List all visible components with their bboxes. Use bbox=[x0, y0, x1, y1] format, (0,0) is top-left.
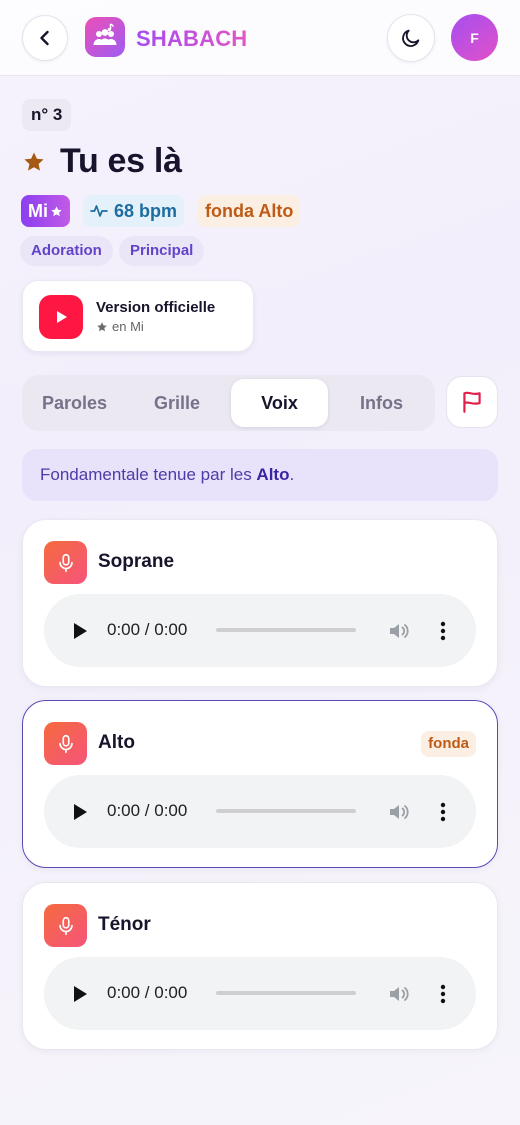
player-time: 0:00 / 0:00 bbox=[107, 620, 188, 639]
bpm-chip: 68 bpm bbox=[83, 195, 185, 227]
star-icon[interactable] bbox=[22, 150, 46, 174]
volume-icon[interactable] bbox=[387, 800, 411, 824]
group-music-icon bbox=[93, 23, 117, 45]
theme-toggle-button[interactable] bbox=[387, 14, 435, 62]
star-icon bbox=[51, 205, 62, 216]
more-vertical-icon[interactable] bbox=[437, 619, 449, 643]
bpm-label: 68 bpm bbox=[114, 201, 178, 221]
pulse-icon bbox=[90, 205, 108, 217]
key-label: Mi bbox=[28, 201, 48, 221]
more-vertical-icon[interactable] bbox=[437, 800, 449, 824]
song-number: n° 3 bbox=[22, 99, 72, 131]
star-icon bbox=[97, 321, 107, 331]
user-avatar[interactable]: F bbox=[451, 14, 498, 61]
tab-grille[interactable]: Grille bbox=[127, 379, 227, 427]
back-button[interactable] bbox=[22, 15, 68, 61]
tag-adoration[interactable]: Adoration bbox=[20, 236, 113, 266]
official-version-card[interactable]: Version officielle en Mi bbox=[22, 280, 254, 352]
tab-bar: Paroles Grille Voix Infos bbox=[22, 375, 435, 431]
note-voice: Alto bbox=[256, 465, 290, 484]
moon-icon bbox=[402, 29, 420, 47]
mic-tile bbox=[44, 722, 87, 765]
voice-name: Soprane bbox=[98, 551, 175, 572]
report-button[interactable] bbox=[446, 376, 498, 428]
voice-card-tenor: Ténor 0:00 / 0:00 bbox=[22, 882, 498, 1050]
fundamental-note: Fondamentale tenue par les Alto. bbox=[22, 449, 498, 501]
more-vertical-icon[interactable] bbox=[437, 982, 449, 1006]
note-suffix: . bbox=[289, 465, 295, 484]
version-key: en Mi bbox=[112, 319, 144, 334]
flag-icon bbox=[463, 391, 481, 413]
volume-icon[interactable] bbox=[387, 619, 411, 643]
top-bar: SHABACH F bbox=[0, 0, 520, 76]
app-logo bbox=[85, 17, 125, 57]
note-text: Fondamentale tenue par les bbox=[40, 465, 257, 484]
tab-infos[interactable]: Infos bbox=[332, 379, 431, 427]
fonda-badge: fonda bbox=[421, 731, 476, 757]
microphone-icon bbox=[58, 734, 73, 753]
version-title: Version officielle bbox=[96, 299, 216, 316]
play-icon[interactable] bbox=[72, 803, 88, 821]
tab-paroles[interactable]: Paroles bbox=[26, 379, 123, 427]
song-title: Tu es là bbox=[60, 142, 182, 180]
tag-principal[interactable]: Principal bbox=[119, 236, 205, 266]
voice-card-alto: Alto fonda 0:00 / 0:00 bbox=[22, 700, 498, 868]
version-subtitle: en Mi bbox=[96, 319, 144, 334]
volume-icon[interactable] bbox=[387, 982, 411, 1006]
player-time: 0:00 / 0:00 bbox=[107, 801, 188, 820]
chevron-left-icon bbox=[40, 30, 49, 46]
audio-player[interactable]: 0:00 / 0:00 bbox=[44, 957, 476, 1030]
player-time: 0:00 / 0:00 bbox=[107, 983, 188, 1002]
microphone-icon bbox=[58, 553, 73, 572]
app-brand: SHABACH bbox=[136, 26, 248, 51]
voice-name: Ténor bbox=[98, 914, 151, 935]
voice-name: Alto bbox=[98, 732, 135, 753]
mic-tile bbox=[44, 904, 87, 947]
audio-player[interactable]: 0:00 / 0:00 bbox=[44, 775, 476, 848]
player-progress-track[interactable] bbox=[216, 809, 356, 813]
title-row: Tu es là bbox=[22, 142, 182, 181]
fonda-chip: fonda Alto bbox=[198, 195, 301, 227]
key-chip: Mi bbox=[21, 195, 70, 227]
player-progress-track[interactable] bbox=[216, 991, 356, 995]
tab-voix[interactable]: Voix bbox=[231, 379, 328, 427]
play-icon[interactable] bbox=[72, 622, 88, 640]
microphone-icon bbox=[58, 916, 73, 935]
youtube-tile bbox=[39, 295, 83, 339]
mic-tile bbox=[44, 541, 87, 584]
voice-card-soprane: Soprane 0:00 / 0:00 bbox=[22, 519, 498, 687]
play-icon[interactable] bbox=[72, 985, 88, 1003]
player-progress-track[interactable] bbox=[216, 628, 356, 632]
play-icon bbox=[57, 311, 67, 323]
audio-player[interactable]: 0:00 / 0:00 bbox=[44, 594, 476, 667]
